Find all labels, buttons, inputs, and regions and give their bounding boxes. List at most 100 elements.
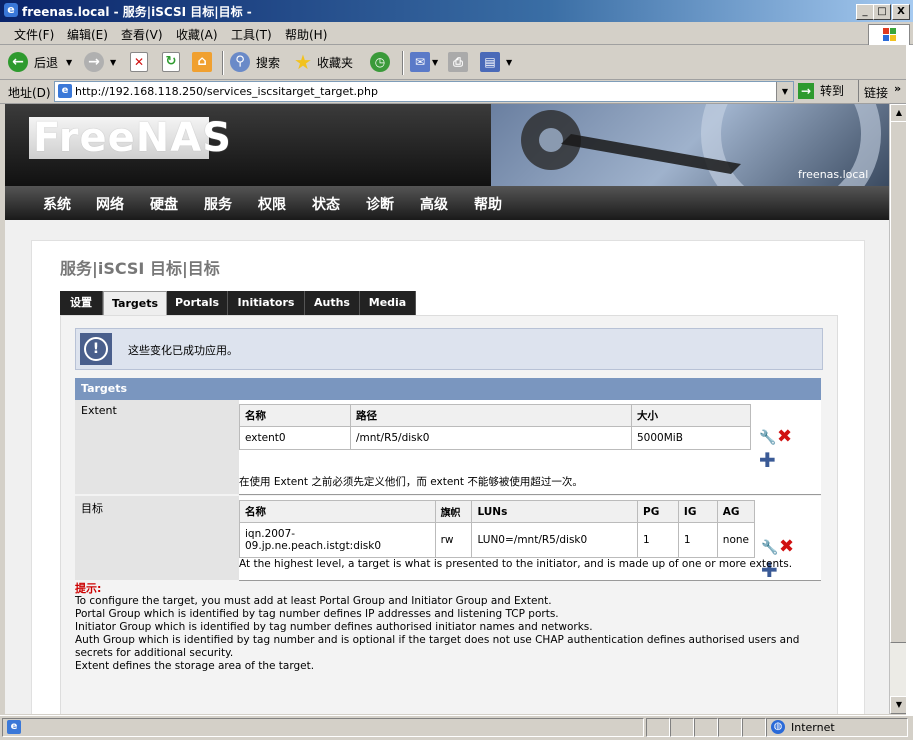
minimize-button[interactable]: _ [856, 4, 874, 20]
nav-system[interactable]: 系统 [43, 194, 71, 214]
menu-bar: 文件(F) 编辑(E) 查看(V) 收藏(A) 工具(T) 帮助(H) [0, 22, 913, 45]
nav-network[interactable]: 网络 [96, 194, 124, 214]
dropdown-arrow-icon: ▼ [432, 57, 439, 67]
status-pane [718, 718, 742, 737]
hint-line: Extent defines the storage area of the t… [75, 660, 315, 672]
dropdown-arrow-icon: ▼ [506, 57, 513, 67]
main-nav: 系统 网络 硬盘 服务 权限 状态 诊断 高级 帮助 [5, 186, 889, 220]
delete-x-icon[interactable]: ✖ [777, 428, 793, 446]
target-note: At the highest level, a target is what i… [239, 558, 793, 570]
status-pane [670, 718, 694, 737]
favorites-button[interactable]: ★ 收藏夹 [293, 51, 353, 73]
mail-icon: ✉ [410, 52, 430, 72]
globe-icon: ◍ [771, 720, 785, 734]
go-label: 转到 [820, 84, 845, 98]
history-button[interactable]: ◷ [370, 51, 390, 73]
target-name-cell: iqn.2007-09.jp.ne.peach.istgt:disk0 [239, 522, 436, 558]
go-arrow-icon: → [798, 82, 814, 99]
star-icon: ★ [294, 50, 312, 74]
content-area: 服务|iSCSI 目标|目标 设置 Targets Portals Initia… [5, 220, 889, 714]
nav-services[interactable]: 服务 [204, 194, 232, 214]
extent-size-cell: 5000MiB [631, 426, 751, 450]
address-input[interactable]: e http://192.168.118.250/services_iscsit… [54, 81, 794, 102]
target-col-ig: IG [677, 500, 718, 523]
address-dropdown-icon[interactable]: ▼ [776, 82, 793, 101]
target-ag-cell: none [716, 522, 756, 558]
menu-favorites[interactable]: 收藏(A) [176, 26, 218, 43]
search-icon: ⚲ [230, 52, 250, 72]
dropdown-arrow-icon: ▼ [110, 57, 117, 67]
edit-button[interactable]: ▤ ▼ [480, 51, 512, 73]
freenas-header: FreeNAS freenas.local [5, 104, 889, 224]
favorites-label: 收藏夹 [317, 55, 354, 70]
hint-line: To configure the target, you must add at… [75, 595, 552, 607]
close-button[interactable]: X [892, 4, 910, 20]
address-url: http://192.168.118.250/services_iscsitar… [75, 85, 378, 98]
stop-button[interactable]: ✕ [130, 51, 148, 73]
nav-diagnostics[interactable]: 诊断 [366, 194, 394, 214]
tab-media[interactable]: Media [360, 291, 416, 315]
target-table: 名称 旗帜 LUNs PG IG AG iqn.2007-09.jp.ne.pe… [239, 500, 756, 558]
menu-file[interactable]: 文件(F) [14, 26, 54, 43]
edit-wrench-icon[interactable]: 🔧 [761, 540, 778, 556]
nav-disks[interactable]: 硬盘 [150, 194, 178, 214]
back-arrow-icon: ← [8, 52, 28, 72]
vertical-scrollbar[interactable]: ▲ ▼ [889, 104, 908, 714]
search-label: 搜索 [256, 55, 281, 70]
security-zone: ◍ Internet [766, 718, 908, 737]
tab-initiators[interactable]: Initiators [228, 291, 305, 315]
page-viewport: FreeNAS freenas.local 系统 网络 硬盘 服务 权限 状态 … [5, 104, 889, 714]
add-plus-icon[interactable]: ✚ [759, 450, 776, 470]
menu-view[interactable]: 查看(V) [121, 26, 163, 43]
forward-arrow-icon: → [84, 52, 104, 72]
chevron-right-icon[interactable]: » [894, 82, 901, 95]
target-col-name: 名称 [239, 500, 436, 523]
windows-flag-icon [868, 24, 910, 46]
target-label: 目标 [75, 496, 239, 580]
extent-col-size: 大小 [631, 404, 751, 427]
target-col-luns: LUNs [471, 500, 639, 523]
menu-help[interactable]: 帮助(H) [285, 26, 327, 43]
status-bar: e ◍ Internet [0, 715, 913, 738]
menu-edit[interactable]: 编辑(E) [67, 26, 108, 43]
refresh-icon: ↻ [162, 52, 180, 72]
refresh-button[interactable]: ↻ [162, 51, 180, 73]
maximize-button[interactable]: □ [873, 4, 891, 20]
forward-button[interactable]: → ▼ [84, 51, 116, 73]
links-label[interactable]: 链接 [864, 84, 888, 101]
info-icon: ! [80, 333, 112, 365]
delete-x-icon[interactable]: ✖ [779, 538, 795, 556]
go-button[interactable]: → 转到 [798, 81, 844, 100]
tab-settings[interactable]: 设置 [60, 291, 103, 315]
nav-advanced[interactable]: 高级 [420, 194, 448, 214]
edit-wrench-icon[interactable]: 🔧 [759, 430, 776, 446]
tab-auths[interactable]: Auths [305, 291, 360, 315]
stop-icon: ✕ [130, 52, 148, 72]
section-header: Targets [75, 378, 821, 400]
tab-portals[interactable]: Portals [167, 291, 228, 315]
nav-status[interactable]: 状态 [312, 194, 340, 214]
mail-button[interactable]: ✉ ▼ [410, 51, 438, 73]
target-col-flags: 旗帜 [434, 500, 473, 523]
search-button[interactable]: ⚲ 搜索 [230, 51, 280, 73]
target-body: 名称 旗帜 LUNs PG IG AG iqn.2007-09.jp.ne.pe… [239, 496, 821, 581]
nav-help[interactable]: 帮助 [474, 194, 502, 214]
print-button[interactable]: ⎙ [448, 51, 468, 73]
page-status-icon: e [7, 720, 21, 734]
extent-body: 名称 路径 大小 extent0 /mnt/R5/disk0 5000MiB 🔧… [239, 400, 821, 495]
nav-access[interactable]: 权限 [258, 194, 286, 214]
extent-path-cell: /mnt/R5/disk0 [350, 426, 632, 450]
hint-title: 提示: [75, 582, 102, 595]
back-button[interactable]: ← 后退 ▼ [8, 51, 72, 73]
target-flags-cell: rw [434, 522, 473, 558]
extent-table: 名称 路径 大小 extent0 /mnt/R5/disk0 5000MiB [239, 404, 751, 450]
home-button[interactable]: ⌂ [192, 51, 212, 73]
main-panel: 服务|iSCSI 目标|目标 设置 Targets Portals Initia… [31, 240, 865, 714]
tab-targets[interactable]: Targets [103, 291, 167, 316]
table-row: iqn.2007-09.jp.ne.peach.istgt:disk0 rw L… [239, 522, 756, 558]
menu-tools[interactable]: 工具(T) [231, 26, 272, 43]
status-pane [694, 718, 718, 737]
address-label: 地址(D) [8, 86, 51, 100]
history-icon: ◷ [370, 52, 390, 72]
extent-note: 在使用 Extent 之前必须先定义他们，而 extent 不能够被使用超过一次… [239, 476, 583, 488]
